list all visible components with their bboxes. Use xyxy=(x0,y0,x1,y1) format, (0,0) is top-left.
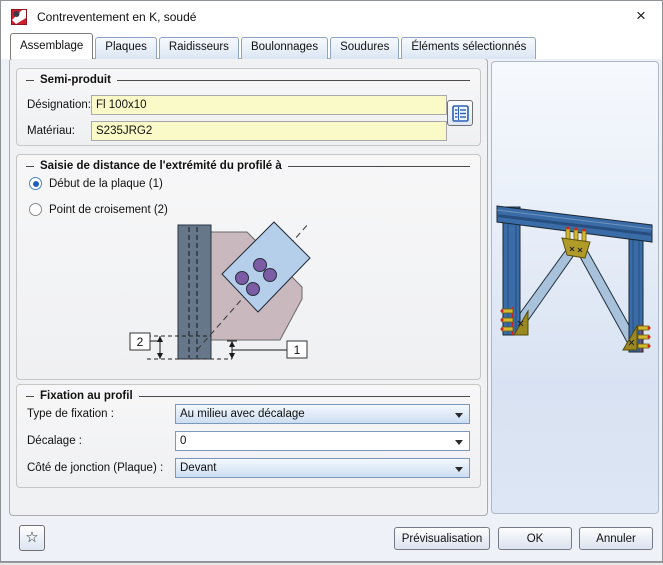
radio-button-unchecked xyxy=(29,203,42,216)
cote-de-jonction-label: Côté de jonction (Plaque) : xyxy=(27,462,175,474)
dialog-screenshot: Contreventement en K, soudé × Assemblage… xyxy=(0,0,663,565)
beam-tab-plate xyxy=(582,230,586,241)
distance-diagram: 2 1 xyxy=(129,213,385,371)
anchor-tab xyxy=(502,327,513,331)
bolt xyxy=(254,259,267,272)
left-column xyxy=(503,207,520,335)
beam-tab-plate xyxy=(566,228,570,239)
decalage-combobox[interactable]: 0 xyxy=(175,431,470,451)
group-saisie-distance: Saisie de distance de l'extrémité du pro… xyxy=(16,154,481,380)
cote-de-jonction-select[interactable]: Devant xyxy=(175,458,470,478)
chevron-down-icon xyxy=(455,440,463,445)
group-header-line xyxy=(117,80,470,81)
group-header-dash xyxy=(26,396,34,397)
type-de-fixation-select[interactable]: Au milieu avec décalage xyxy=(175,404,470,424)
ok-button[interactable]: OK xyxy=(498,527,572,550)
chevron-down-icon xyxy=(455,467,463,472)
anchor-tab xyxy=(638,326,649,330)
cancel-button[interactable]: Annuler xyxy=(579,527,653,550)
group-fixation-au-profil: Fixation au profil Type de fixation : Au… xyxy=(16,384,481,488)
column-profile xyxy=(178,225,211,359)
group-header-dash xyxy=(26,166,34,167)
designation-label: Désignation: xyxy=(27,99,91,111)
designation-input[interactable] xyxy=(91,95,447,115)
preview-viewport-3d[interactable] xyxy=(491,61,659,514)
title-bar: Contreventement en K, soudé × xyxy=(1,1,662,33)
bolt xyxy=(247,283,260,296)
tab-raidisseurs[interactable]: Raidisseurs xyxy=(159,37,239,59)
bolt xyxy=(236,272,249,285)
dimension-label-2: 2 xyxy=(137,335,144,349)
anchor-tab xyxy=(638,335,649,339)
tab-soudures[interactable]: Soudures xyxy=(330,37,399,59)
bolt xyxy=(264,269,277,282)
dimension-label-1: 1 xyxy=(294,343,301,357)
group-title: Fixation au profil xyxy=(40,390,133,402)
section-browse-button[interactable] xyxy=(447,100,473,126)
selected-value: Devant xyxy=(180,462,216,474)
materiau-input[interactable] xyxy=(91,121,447,141)
tab-elements-selectionnes[interactable]: Éléments sélectionnés xyxy=(401,37,536,59)
radio-debut-de-la-plaque[interactable]: Début de la plaque (1) xyxy=(29,177,163,190)
group-title: Semi-produit xyxy=(40,74,111,86)
anchor-tab xyxy=(638,344,649,348)
chevron-down-icon xyxy=(455,413,463,418)
window-title: Contreventement en K, soudé xyxy=(37,10,196,24)
group-header-line xyxy=(288,166,470,167)
anchor-tab xyxy=(502,318,513,322)
group-header-dash xyxy=(26,80,34,81)
left-brace xyxy=(513,250,574,329)
close-icon[interactable]: × xyxy=(630,5,652,27)
star-icon: ☆ xyxy=(25,529,38,546)
decalage-label: Décalage : xyxy=(27,435,175,447)
beam-tab-plate xyxy=(574,229,578,240)
group-semi-produit: Semi-produit Désignation: Matériau: xyxy=(16,68,481,146)
radio-button-checked xyxy=(29,177,42,190)
radio-label: Début de la plaque (1) xyxy=(49,178,163,190)
anchor-tab xyxy=(502,309,513,313)
group-title: Saisie de distance de l'extrémité du pro… xyxy=(40,160,282,172)
tab-plaques[interactable]: Plaques xyxy=(95,37,157,59)
favorite-button[interactable]: ☆ xyxy=(19,525,45,551)
selected-value: Au milieu avec décalage xyxy=(180,408,305,420)
tab-boulonnages[interactable]: Boulonnages xyxy=(241,37,328,59)
selected-value: 0 xyxy=(180,435,186,447)
table-icon xyxy=(452,105,469,122)
preview-button[interactable]: Prévisualisation xyxy=(394,527,490,550)
type-de-fixation-label: Type de fixation : xyxy=(27,408,175,420)
materiau-label: Matériau: xyxy=(27,125,91,137)
tab-bar: Assemblage Plaques Raidisseurs Boulonnag… xyxy=(10,33,538,59)
tab-assemblage[interactable]: Assemblage xyxy=(10,33,93,59)
group-header-line xyxy=(139,396,470,397)
dialog-window: Contreventement en K, soudé × Assemblage… xyxy=(0,0,663,562)
k-bracing-preview xyxy=(492,62,659,514)
tab-page-assemblage: Semi-produit Désignation: Matériau: xyxy=(9,58,488,516)
app-icon xyxy=(11,9,27,25)
